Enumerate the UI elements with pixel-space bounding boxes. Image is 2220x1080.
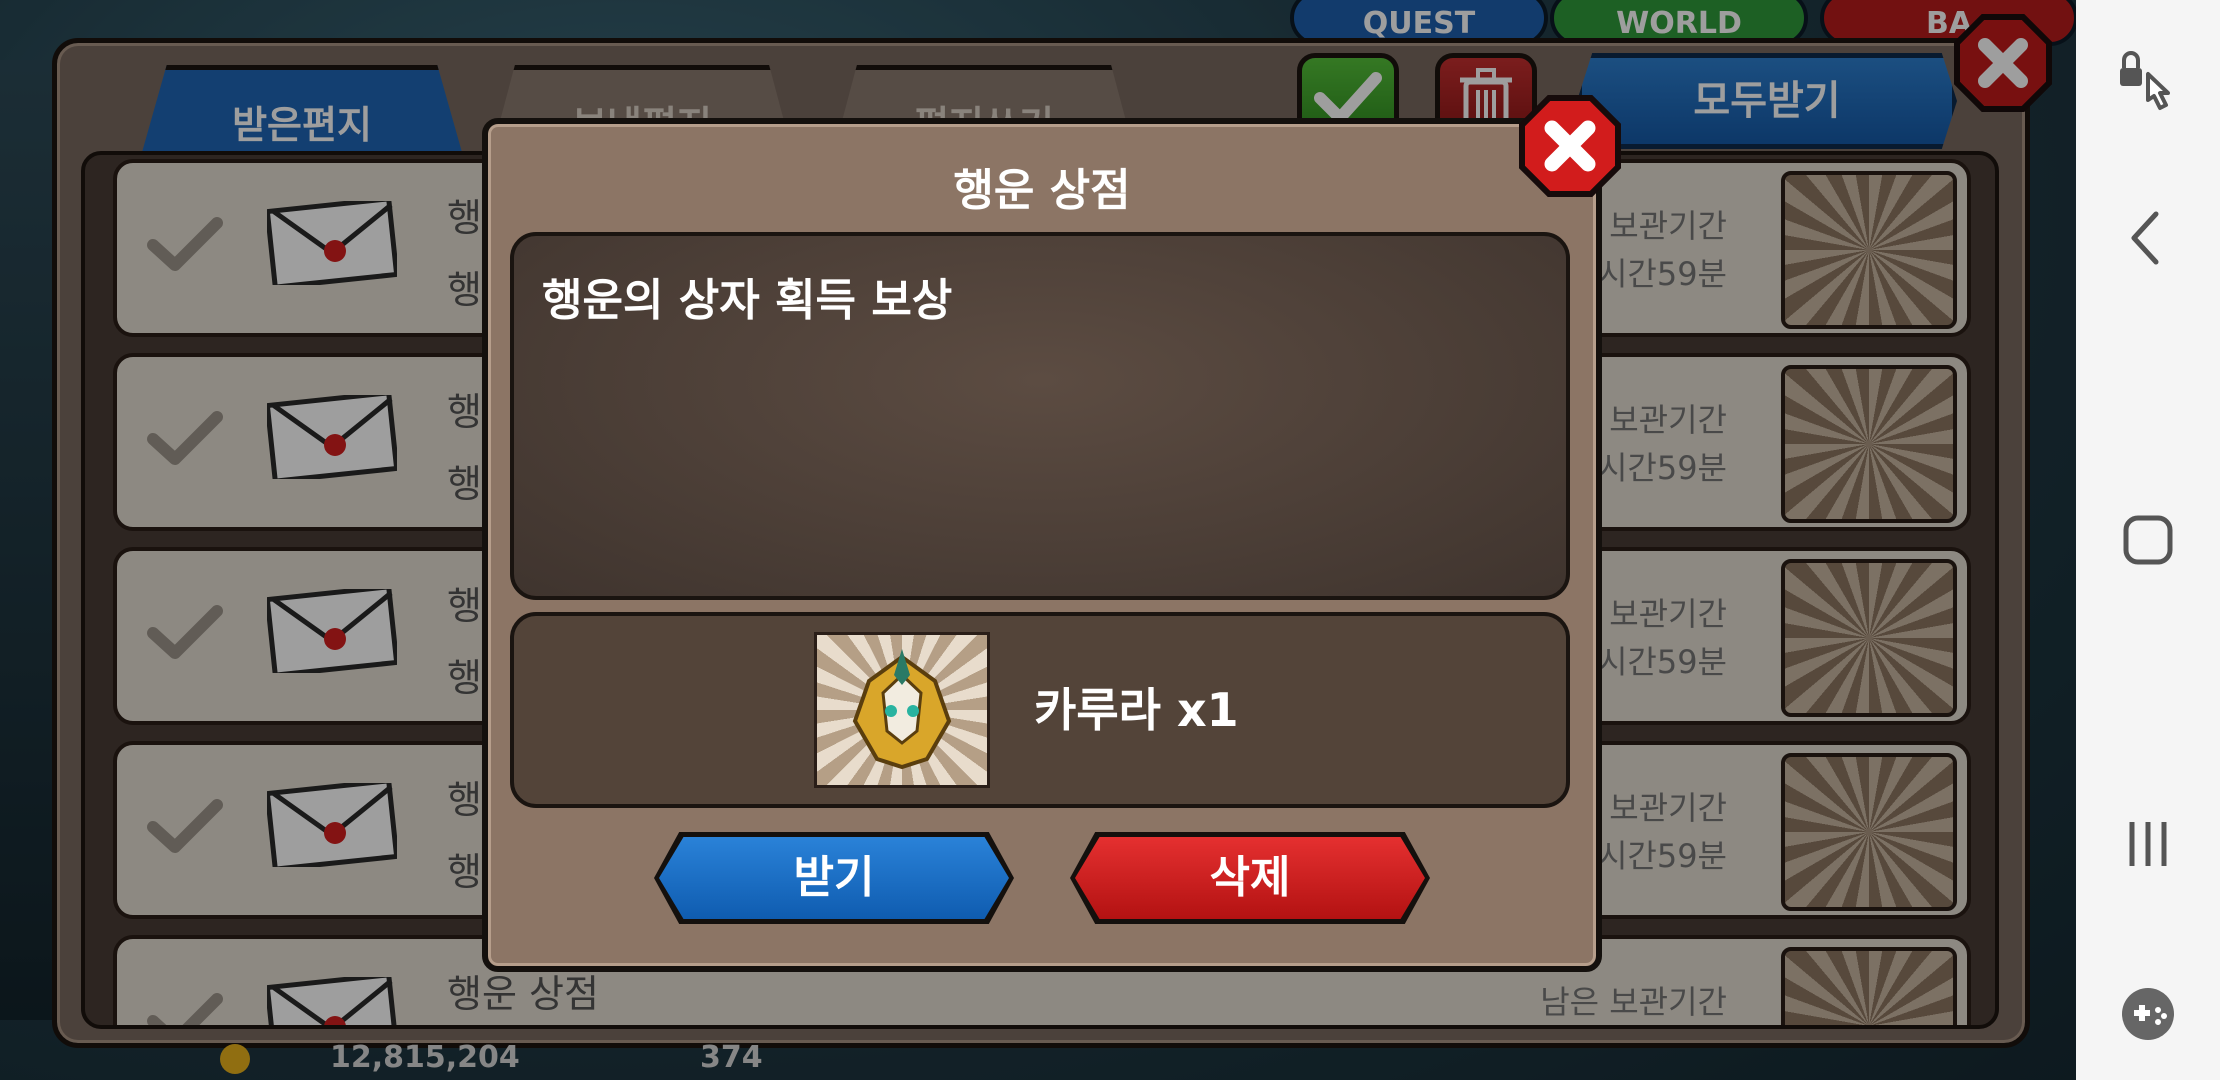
receive-button[interactable]: 받기 [654,832,1014,924]
delete-button[interactable]: 삭제 [1070,832,1430,924]
message-box: 행운의 상자 획득 보상 [510,232,1570,600]
accessibility-lock-icon[interactable] [2110,44,2186,120]
back-icon[interactable] [2110,200,2186,276]
delete-button-label: 삭제 [1209,852,1291,903]
message-text: 행운의 상자 획득 보상 [542,275,953,326]
game-screen: QUEST WORLD BA 받은편지 보낸편지 편지쓰기 모두받기 [0,0,2076,1080]
karura-mask-icon [814,632,990,788]
receive-button-label: 받기 [793,852,875,903]
mail-detail-dialog: 행운 상점 행운의 상자 획득 보상 카루라 x1 받기 삭제 [482,95,1621,972]
home-icon[interactable] [2110,502,2186,578]
close-icon[interactable] [1518,94,1622,198]
game-tools-icon[interactable] [2110,976,2186,1052]
reward-box: 카루라 x1 [510,612,1570,808]
system-navigation-bar [2076,0,2220,1080]
reward-text: 카루라 x1 [1034,683,1239,737]
recents-icon[interactable] [2110,806,2186,882]
dialog-title: 행운 상점 [953,165,1131,216]
